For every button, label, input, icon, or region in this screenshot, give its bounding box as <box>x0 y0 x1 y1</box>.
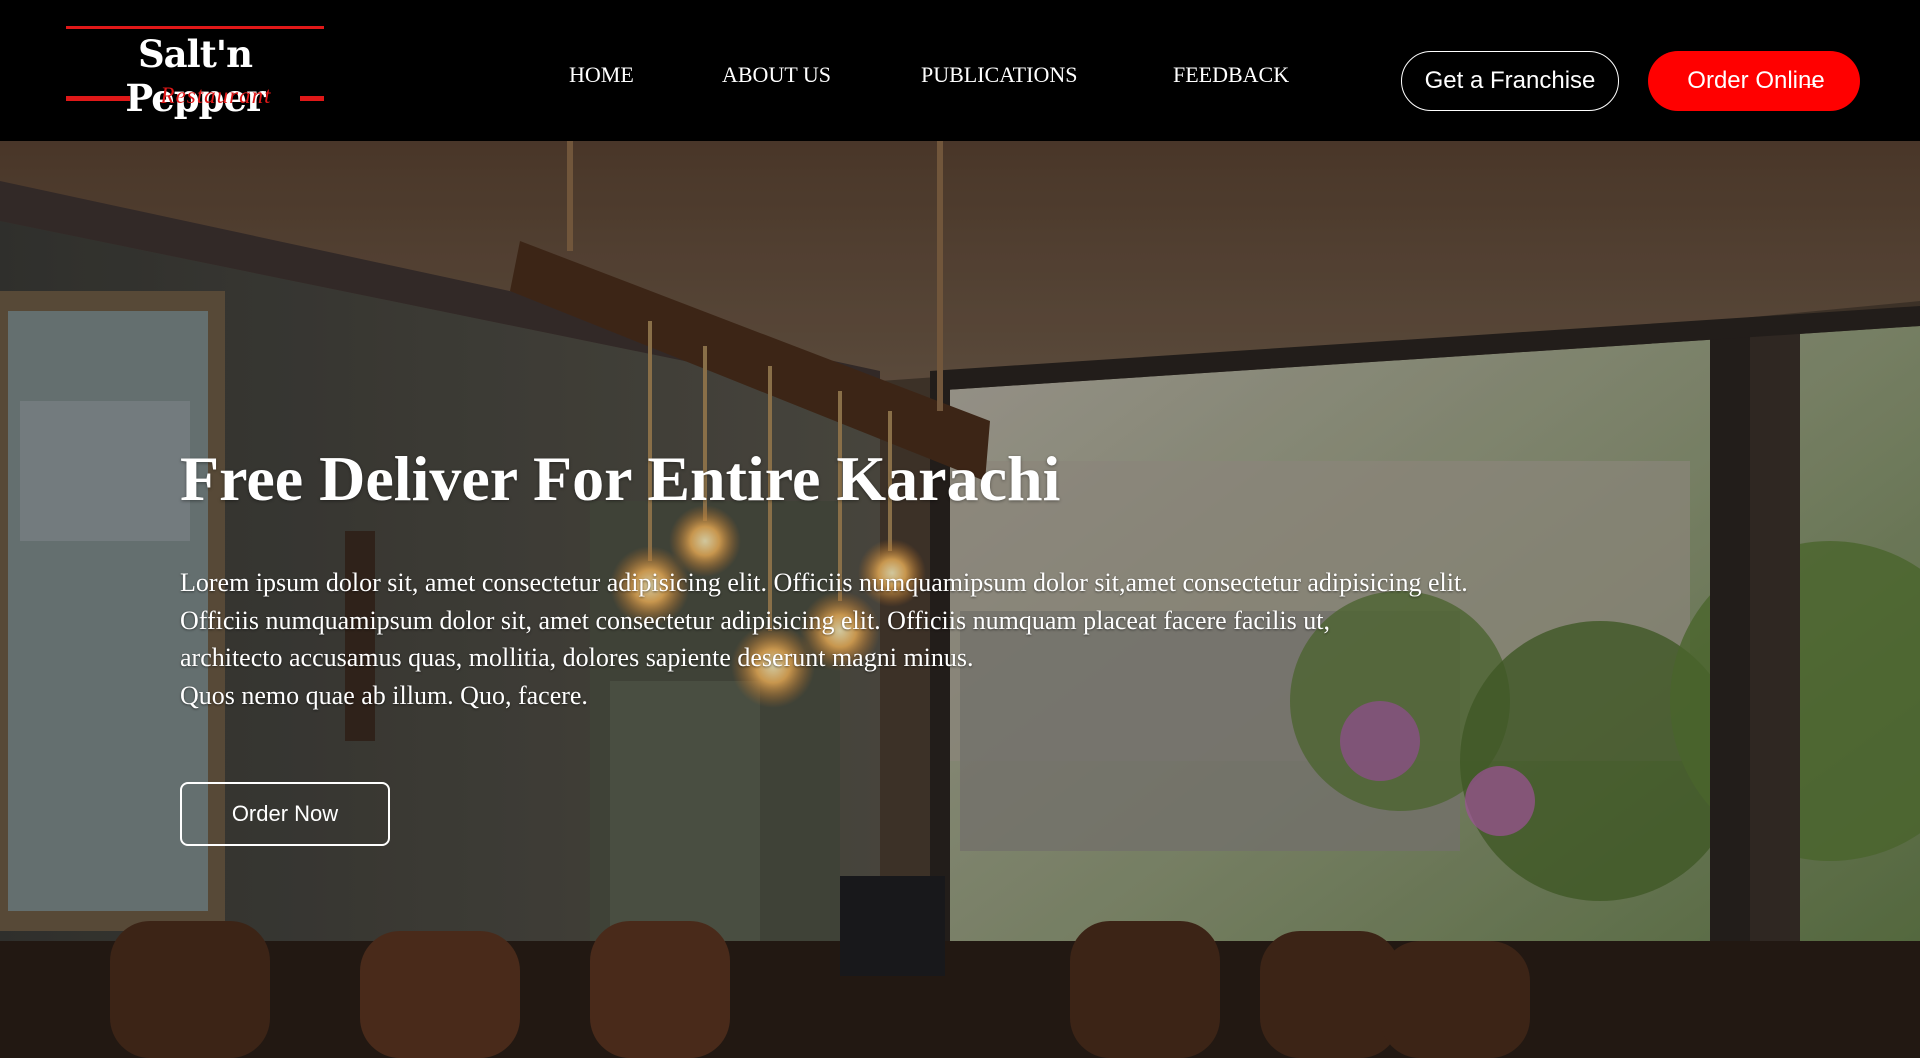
nav-home[interactable]: HOME <box>569 62 634 88</box>
hero-section: Free Deliver For Entire Karachi Lorem ip… <box>0 141 1920 1058</box>
hero-description-line: Officiis numquamipsum dolor sit, amet co… <box>180 605 1330 635</box>
nav-feedback[interactable]: FEEDBACK <box>1173 62 1289 88</box>
logo-line-right <box>300 96 324 101</box>
brand-logo[interactable]: Salt'n Pepper Restaurant <box>66 26 324 120</box>
hero-description: Lorem ipsum dolor sit, amet consectetur … <box>180 564 1680 714</box>
nav-publications[interactable]: PUBLICATIONS <box>921 62 1077 88</box>
order-online-button[interactable]: Order Online → <box>1648 51 1860 111</box>
logo-subtitle-row: Restaurant <box>66 84 324 108</box>
order-now-label: Order Now <box>231 801 339 826</box>
hero-description-line: architecto accusamus quas, mollitia, dol… <box>180 643 974 672</box>
get-franchise-button[interactable]: Get a Franchise <box>1401 51 1619 111</box>
arrow-right-icon: → <box>1798 68 1821 93</box>
logo-top-bar <box>66 26 324 29</box>
logo-line-left <box>66 96 130 101</box>
hero-description-line: Quos nemo quae ab illum. Quo, facere. <box>180 680 588 710</box>
order-now-button[interactable]: Order Now <box>180 782 390 846</box>
nav-about-us[interactable]: ABOUT US <box>722 62 831 88</box>
brand-subtitle: Restaurant <box>160 83 272 108</box>
hero-description-line: Lorem ipsum dolor sit, amet consectetur … <box>180 568 1468 597</box>
site-header: Salt'n Pepper Restaurant HOME ABOUT US P… <box>0 0 1920 141</box>
hero-title: Free Deliver For Entire Karachi <box>180 443 1061 514</box>
get-franchise-label: Get a Franchise <box>1424 67 1596 94</box>
